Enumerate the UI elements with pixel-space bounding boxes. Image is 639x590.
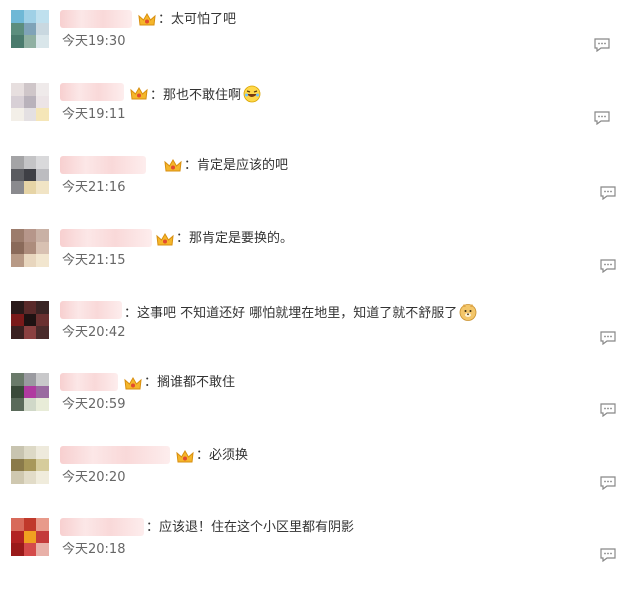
comment-reply-icon[interactable] <box>600 476 616 490</box>
avatar[interactable] <box>11 518 49 556</box>
avatar[interactable] <box>11 156 49 194</box>
laughing-emoji-icon <box>243 85 261 103</box>
comment-reply-icon[interactable] <box>594 38 610 52</box>
comment-time: 今天21:15 <box>62 253 126 268</box>
comment-time: 今天20:18 <box>62 542 126 557</box>
comment-reply-icon[interactable] <box>600 548 616 562</box>
avatar[interactable] <box>11 229 49 267</box>
doge-emoji-icon <box>459 304 477 321</box>
comment-reply-icon[interactable] <box>600 186 616 200</box>
comment-text: ：那肯定是要换的。 <box>176 231 294 246</box>
comment-item: ：应该退！住在这个小区里都有阴影 今天20:18 <box>0 518 639 590</box>
comment-reply-icon[interactable] <box>600 331 616 345</box>
comment-item: ：那肯定是要换的。 今天21:15 <box>0 229 639 301</box>
vip-crown-icon <box>124 377 142 390</box>
comment-time: 今天20:42 <box>62 325 126 340</box>
username-redacted[interactable] <box>60 10 132 28</box>
vip-crown-icon <box>164 159 182 172</box>
comment-reply-icon[interactable] <box>600 403 616 417</box>
comment-text: ：搁谁都不敢住 <box>144 375 236 390</box>
comment-item: ：搁谁都不敢住 今天20:59 <box>0 373 639 445</box>
avatar[interactable] <box>11 373 49 411</box>
comment-time: 今天19:11 <box>62 107 126 122</box>
vip-crown-icon <box>156 233 174 246</box>
username-redacted[interactable] <box>60 518 144 536</box>
comment-text: ：必须换 <box>196 448 249 463</box>
avatar[interactable] <box>11 301 49 339</box>
username-redacted[interactable] <box>60 83 124 101</box>
vip-crown-icon <box>138 13 156 26</box>
comment-text: ：这事吧 不知道还好 哪怕就埋在地里，知道了就不舒服了 <box>124 306 458 321</box>
comment-time: 今天20:20 <box>62 470 126 485</box>
avatar[interactable] <box>11 446 49 484</box>
comment-text-wrapper: ：这事吧 不知道还好 哪怕就埋在地里，知道了就不舒服了 <box>124 303 477 322</box>
username-redacted[interactable] <box>60 301 122 319</box>
comment-item: ：肯定是应该的吧 今天21:16 <box>0 156 639 228</box>
comment-item: ：这事吧 不知道还好 哪怕就埋在地里，知道了就不舒服了 今天20:42 <box>0 301 639 373</box>
comment-text: ：应该退！住在这个小区里都有阴影 <box>146 520 355 535</box>
username-redacted[interactable] <box>60 156 146 174</box>
comment-text-wrapper: ：那也不敢住啊 <box>150 85 261 104</box>
username-redacted[interactable] <box>60 446 170 464</box>
vip-crown-icon <box>176 450 194 463</box>
comment-item: ：必须换 今天20:20 <box>0 446 639 518</box>
comment-text: ：那也不敢住啊 <box>150 88 242 103</box>
comment-reply-icon[interactable] <box>594 111 610 125</box>
username-redacted[interactable] <box>60 229 152 247</box>
comment-time: 今天19:30 <box>62 34 126 49</box>
avatar[interactable] <box>11 10 49 48</box>
avatar[interactable] <box>11 83 49 121</box>
comment-text: ：太可怕了吧 <box>158 12 237 27</box>
vip-crown-icon <box>130 87 148 100</box>
comment-time: 今天20:59 <box>62 397 126 412</box>
comment-time: 今天21:16 <box>62 180 126 195</box>
comment-reply-icon[interactable] <box>600 259 616 273</box>
comment-item: ：太可怕了吧 今天19:30 <box>0 10 639 82</box>
comment-item: ：那也不敢住啊 今天19:11 <box>0 83 639 155</box>
comment-text: ：肯定是应该的吧 <box>184 158 289 173</box>
username-redacted[interactable] <box>60 373 118 391</box>
